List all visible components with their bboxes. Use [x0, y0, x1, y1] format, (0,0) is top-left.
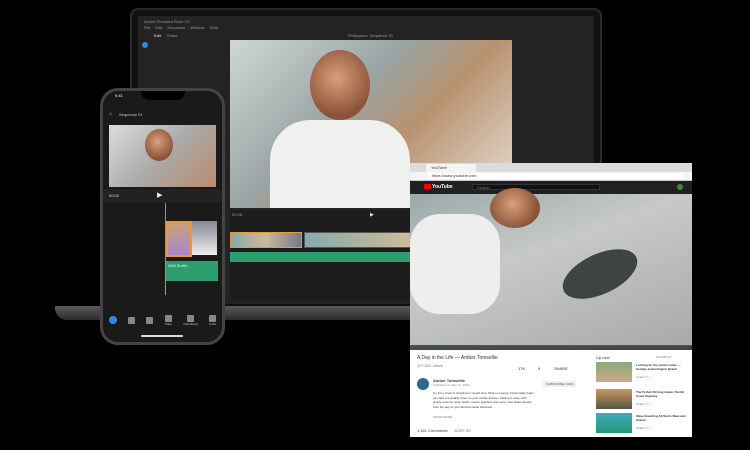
phone-preview — [109, 125, 216, 187]
video-player[interactable] — [410, 188, 692, 350]
color-icon[interactable] — [209, 314, 217, 322]
titles-icon[interactable] — [164, 314, 172, 322]
menu-help[interactable]: Help — [210, 25, 218, 30]
home-icon[interactable]: ⌂ — [109, 111, 112, 117]
suggestion-thumbnail[interactable] — [596, 389, 632, 409]
suggestion-thumbnail[interactable] — [596, 413, 632, 433]
sequence-title: Sequence 01 — [119, 112, 143, 117]
tab-edit[interactable]: Edit — [154, 33, 161, 38]
youtube-logo[interactable]: YouTube — [424, 184, 453, 190]
menu-window[interactable]: Window — [190, 25, 204, 30]
show-more[interactable]: SHOW MORE — [433, 415, 452, 419]
video-clip[interactable] — [230, 232, 302, 248]
channel-avatar[interactable] — [417, 378, 429, 390]
menu-sequence[interactable]: Sequence — [167, 25, 185, 30]
suggestion-thumbnail[interactable] — [596, 362, 632, 382]
sequence-title: Philippines: Sequence 01 — [348, 33, 394, 38]
sort-button[interactable]: SORT BY — [454, 428, 471, 433]
search-input[interactable]: Search — [472, 184, 600, 190]
comment-count: 1,341 Comments — [417, 428, 448, 433]
transitions-icon[interactable] — [186, 314, 194, 322]
video-clip[interactable] — [192, 221, 217, 255]
subscribe-button[interactable]: SUBSCRIBED 300K — [543, 381, 577, 387]
suggestion-title[interactable]: Wave Boarding All Starts Maui and Hawaii — [636, 414, 688, 422]
play-button[interactable]: ▶ — [157, 191, 162, 199]
share-button[interactable]: SHARE — [554, 366, 568, 371]
like-button[interactable]: 17K — [518, 366, 525, 371]
description: Go from shoot to shoptimum record time. … — [433, 391, 534, 409]
autoplay-toggle[interactable]: AUTOPLAY — [656, 355, 672, 359]
video-subject — [310, 50, 370, 120]
video-title: A Day in the Life — Amber Tomsellie — [417, 355, 498, 361]
home-indicator — [141, 335, 183, 337]
toolbar: Titles Transitions Color — [103, 309, 222, 331]
playback-bar: 00:00 ▶ — [103, 189, 222, 203]
status-time: 9:41 — [115, 93, 123, 98]
audio-clip[interactable]: Wild Surfin — [166, 261, 218, 281]
view-count: 107,532 views — [417, 363, 443, 368]
browser-window: YouTube https://www.youtube.com YouTube … — [410, 163, 692, 437]
publish-date: Published on May 17, 2018 — [433, 383, 470, 387]
play-button[interactable]: ▶ — [370, 212, 374, 218]
video-clip[interactable] — [166, 221, 192, 257]
menu-file[interactable]: File — [144, 25, 150, 30]
up-next-label: Up next — [596, 355, 610, 360]
browser-tab[interactable]: YouTube — [426, 164, 476, 172]
add-button[interactable] — [108, 316, 117, 324]
media-icon[interactable] — [128, 316, 136, 324]
address-bar[interactable]: https://www.youtube.com — [428, 173, 683, 179]
timecode: 00:00 — [109, 193, 120, 198]
add-media-button[interactable] — [142, 42, 148, 48]
timecode: 00:08 — [232, 212, 243, 217]
phone: 9:41 ⌂ Sequence 01 00:00 ▶ Wild Surfin T… — [100, 88, 225, 345]
suggestion-title[interactable]: The Perfect Driving Guide: Pacific Coast… — [636, 390, 688, 398]
tab-share[interactable]: Share — [167, 33, 178, 38]
dislike-button[interactable]: 9 — [538, 366, 540, 371]
app-title: Adobe Premiere Rush CC — [144, 19, 191, 24]
suggestion-title[interactable]: Looking for the perfect wave — Sunday at… — [636, 363, 688, 371]
audio-icon[interactable] — [146, 316, 154, 324]
menu-edit[interactable]: Edit — [155, 25, 162, 30]
avatar[interactable] — [677, 184, 683, 190]
youtube-header: YouTube Search — [410, 181, 692, 194]
